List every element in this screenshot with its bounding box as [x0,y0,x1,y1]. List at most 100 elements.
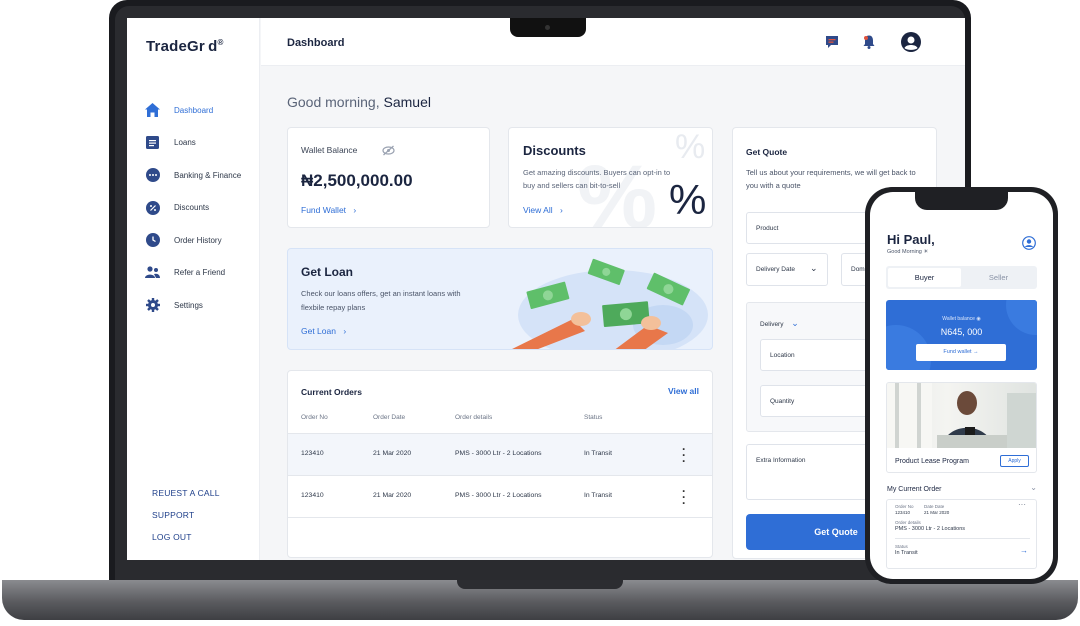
phone-subgreeting: Good Morning ☀ [887,249,929,255]
phone-fund-wallet-button[interactable]: Fund wallet → [916,344,1006,361]
details-value: PMS - 3000 Ltr - 2 Locations [895,526,966,532]
chat-icon[interactable] [824,34,840,50]
sidebar-footer-links: REUEST A CALL SUPPORT LOG OUT [152,488,220,554]
column-header: Order Date [373,414,406,421]
order-status: In Transit [584,492,612,499]
greeting-prefix: Good morning, [287,94,384,110]
location-label: Location [770,352,795,359]
wallet-label: Wallet Balance [301,145,358,155]
phone-notch [915,192,1008,210]
view-all-discounts-link[interactable]: View All › [523,205,563,215]
percent-small-icon: % [675,128,706,166]
extra-label: Extra Information [756,457,806,464]
sidebar-item-loans[interactable]: Loans [145,127,241,160]
apply-button[interactable]: Apply [1000,455,1029,467]
chevron-right-icon: › [559,205,563,215]
chevron-down-icon: ⌄ [810,263,818,273]
more-dots-icon [145,168,160,183]
logout-link[interactable]: LOG OUT [152,532,220,554]
greeting-name: Samuel [383,94,431,110]
document-icon [145,135,160,150]
man-with-phone-illustration [887,383,1036,448]
chevron-down-icon: ⌄ [791,318,799,328]
sidebar-item-label: Order History [174,235,222,245]
view-all-orders-link[interactable]: View all [668,386,699,396]
more-dots-icon[interactable]: ··· [1018,500,1026,509]
delivery-date-label: Delivery Date [756,266,796,273]
get-loan-card: Get Loan Check our loans offers, get an … [287,248,713,350]
phone-wallet-label-text: Wallet balance [942,316,975,322]
delivery-date-select[interactable]: Delivery Date ⌄ [746,253,828,286]
order-date-value: 21 Mar 2020 [924,510,950,515]
phone-screen: Hi Paul, Good Morning ☀ Buyer Seller Wal… [870,192,1053,579]
laptop-base [0,580,1080,626]
chevron-down-icon[interactable]: ⌄ [1030,483,1037,492]
arrow-right-icon[interactable]: → [1020,546,1028,555]
loan-text: Check our loans offers, get an instant l… [301,289,461,312]
avatar[interactable] [901,32,921,52]
order-no-value: 123410 [895,510,911,515]
current-orders-card: Current Orders View all Order No Order D… [287,370,713,558]
greeting: Good morning, Samuel [287,94,431,110]
fund-wallet-link[interactable]: Fund Wallet › [301,205,356,215]
sidebar-item-settings[interactable]: Settings [145,289,241,322]
tab-buyer[interactable]: Buyer [888,268,961,287]
get-loan-link[interactable]: Get Loan › [301,326,346,336]
sidebar-item-dashboard[interactable]: Dashboard [145,94,241,127]
tab-seller[interactable]: Seller [962,268,1035,287]
quote-title: Get Quote [746,147,788,157]
details-label: Order details [895,520,921,525]
laptop-lip [457,580,623,589]
eye-icon[interactable]: ◉ [976,316,980,322]
top-bar: Dashboard [261,18,965,66]
sidebar-item-order-history[interactable]: Order History [145,224,241,257]
laptop-frame: TradeGr d® Dashboard Loans Banking & Fin… [109,0,971,592]
chevron-right-icon: › [343,326,347,336]
kebab-menu-icon[interactable]: · · · [682,443,686,467]
wallet-card: Wallet Balance ₦2,500,000.00 Fund Wallet… [287,127,490,228]
eye-hidden-icon[interactable] [382,143,395,161]
sidebar-item-label: Loans [174,138,196,148]
sidebar-item-refer[interactable]: Refer a Friend [145,257,241,290]
discounts-text: Get amazing discounts. Buyers can opt-in… [523,168,671,190]
request-call-link[interactable]: REUEST A CALL [152,488,220,510]
logo-text: TradeGr d [146,38,218,55]
product-lease-image [887,383,1036,448]
app-logo[interactable]: TradeGr d® [146,38,224,55]
order-no-label: Order No [895,504,914,509]
sidebar-item-banking[interactable]: Banking & Finance [145,159,241,192]
home-icon [145,103,160,118]
laptop-bezel: TradeGr d® Dashboard Loans Banking & Fin… [115,6,965,590]
page-title: Dashboard [287,37,345,49]
my-current-order-title: My Current Order [887,486,942,493]
user-avatar-icon[interactable] [1022,236,1036,250]
phone-frame: Hi Paul, Good Morning ☀ Buyer Seller Wal… [865,187,1058,584]
get-loan-label: Get Loan [301,326,336,336]
phone-order-card[interactable]: Order No 123410 Date Date 21 Mar 2020 ··… [886,499,1037,569]
sidebar-nav: Dashboard Loans Banking & Finance Discou… [145,94,241,322]
bell-icon[interactable] [861,34,877,50]
logo-mark: ® [217,38,224,47]
column-header: Order details [455,414,493,421]
kebab-menu-icon[interactable]: · · · [682,485,686,509]
sidebar-item-label: Refer a Friend [174,268,226,278]
support-link[interactable]: SUPPORT [152,510,220,532]
phone-wallet-amount: N645, 000 [940,327,983,337]
sidebar-item-label: Discounts [174,203,210,213]
order-date: 21 Mar 2020 [373,492,412,499]
percent-icon-large: % [669,176,707,223]
column-header: Status [584,414,603,421]
sidebar-item-label: Settings [174,300,203,310]
status-value: In Transit [895,550,918,556]
table-row[interactable]: 123410 21 Mar 2020 PMS - 3000 Ltr - 2 Lo… [288,475,712,517]
role-segmented-control: Buyer Seller [886,266,1037,289]
clock-icon [145,233,160,248]
table-row[interactable]: 123410 21 Mar 2020 PMS - 3000 Ltr - 2 Lo… [288,433,712,475]
camera-notch [510,18,586,37]
delivery-toggle[interactable]: Delivery ⌄ [760,318,799,329]
order-date: 21 Mar 2020 [373,450,412,457]
discounts-card: % % Discounts Get amazing discounts. Buy… [508,127,713,228]
sidebar-item-discounts[interactable]: Discounts [145,192,241,225]
order-details: PMS - 3000 Ltr - 2 Locations [455,492,542,499]
sidebar-item-label: Banking & Finance [174,170,242,180]
